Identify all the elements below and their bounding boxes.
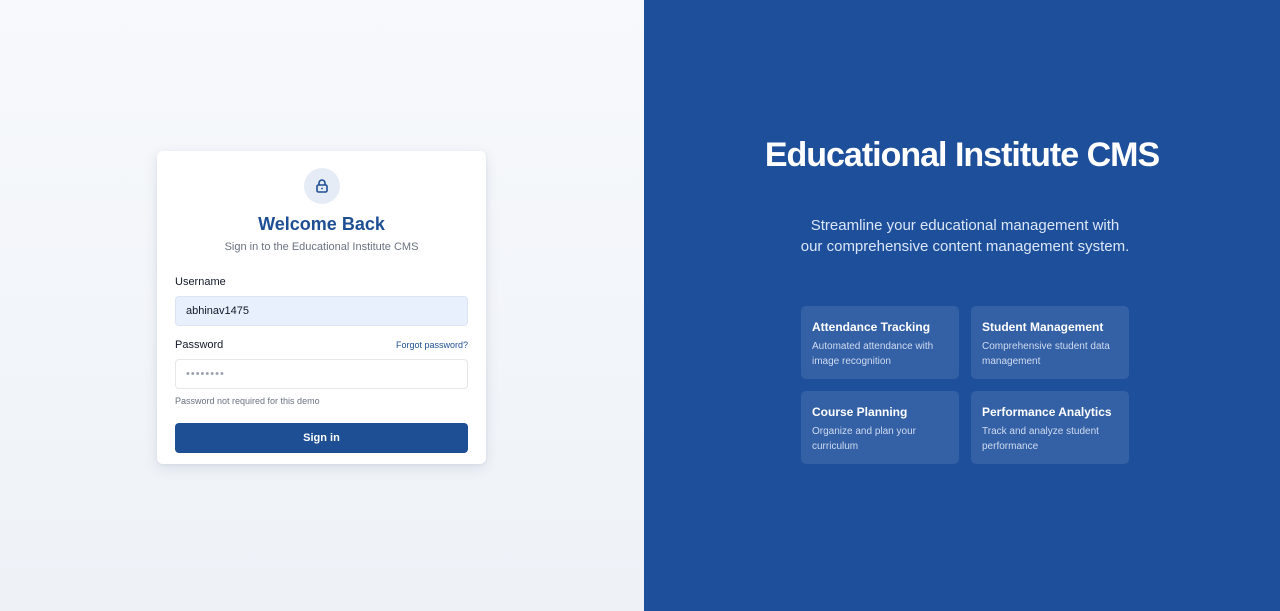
feature-description: Organize and plan your curriculum [812, 426, 916, 452]
feature-title: Performance Analytics [982, 405, 1112, 419]
feature-title: Course Planning [812, 405, 908, 419]
login-panel: Welcome Back Sign in to the Educational … [0, 0, 644, 611]
feature-grid: Attendance Tracking Automated attendance… [801, 306, 1129, 464]
feature-description: Track and analyze student performance [982, 426, 1099, 452]
feature-card-course-planning: Course Planning Organize and plan your c… [801, 391, 959, 464]
feature-card-performance-analytics: Performance Analytics Track and analyze … [971, 391, 1129, 464]
page-title: Welcome Back [258, 214, 385, 234]
feature-card-attendance: Attendance Tracking Automated attendance… [801, 306, 959, 379]
feature-title: Attendance Tracking [812, 320, 931, 334]
username-label: Username [175, 276, 226, 288]
forgot-password-link[interactable]: Forgot password? [396, 340, 468, 350]
hero-subtitle: Streamline your educational management w… [800, 217, 1130, 255]
lock-icon [315, 179, 328, 193]
password-label: Password [175, 339, 224, 351]
feature-card-student-management: Student Management Comprehensive student… [971, 306, 1129, 379]
password-hint: Password not required for this demo [175, 396, 320, 406]
password-value: •••••••• [186, 368, 225, 380]
hero-title: Educational Institute CMS [764, 136, 1160, 174]
feature-description: Comprehensive student data management [982, 341, 1110, 367]
username-value: abhinav1475 [186, 305, 250, 317]
username-input[interactable]: abhinav1475 [175, 296, 468, 326]
hero-panel: Educational Institute CMS Streamline you… [644, 0, 1280, 611]
password-input[interactable]: •••••••• [175, 359, 468, 389]
page-subtitle: Sign in to the Educational Institute CMS [224, 241, 419, 253]
feature-description: Automated attendance with image recognit… [812, 341, 934, 367]
sign-in-button[interactable]: Sign in [175, 423, 468, 453]
lock-icon-badge [303, 168, 340, 204]
login-card: Welcome Back Sign in to the Educational … [157, 151, 486, 464]
password-label-row: Password Forgot password? [175, 338, 468, 352]
feature-title: Student Management [982, 320, 1104, 334]
